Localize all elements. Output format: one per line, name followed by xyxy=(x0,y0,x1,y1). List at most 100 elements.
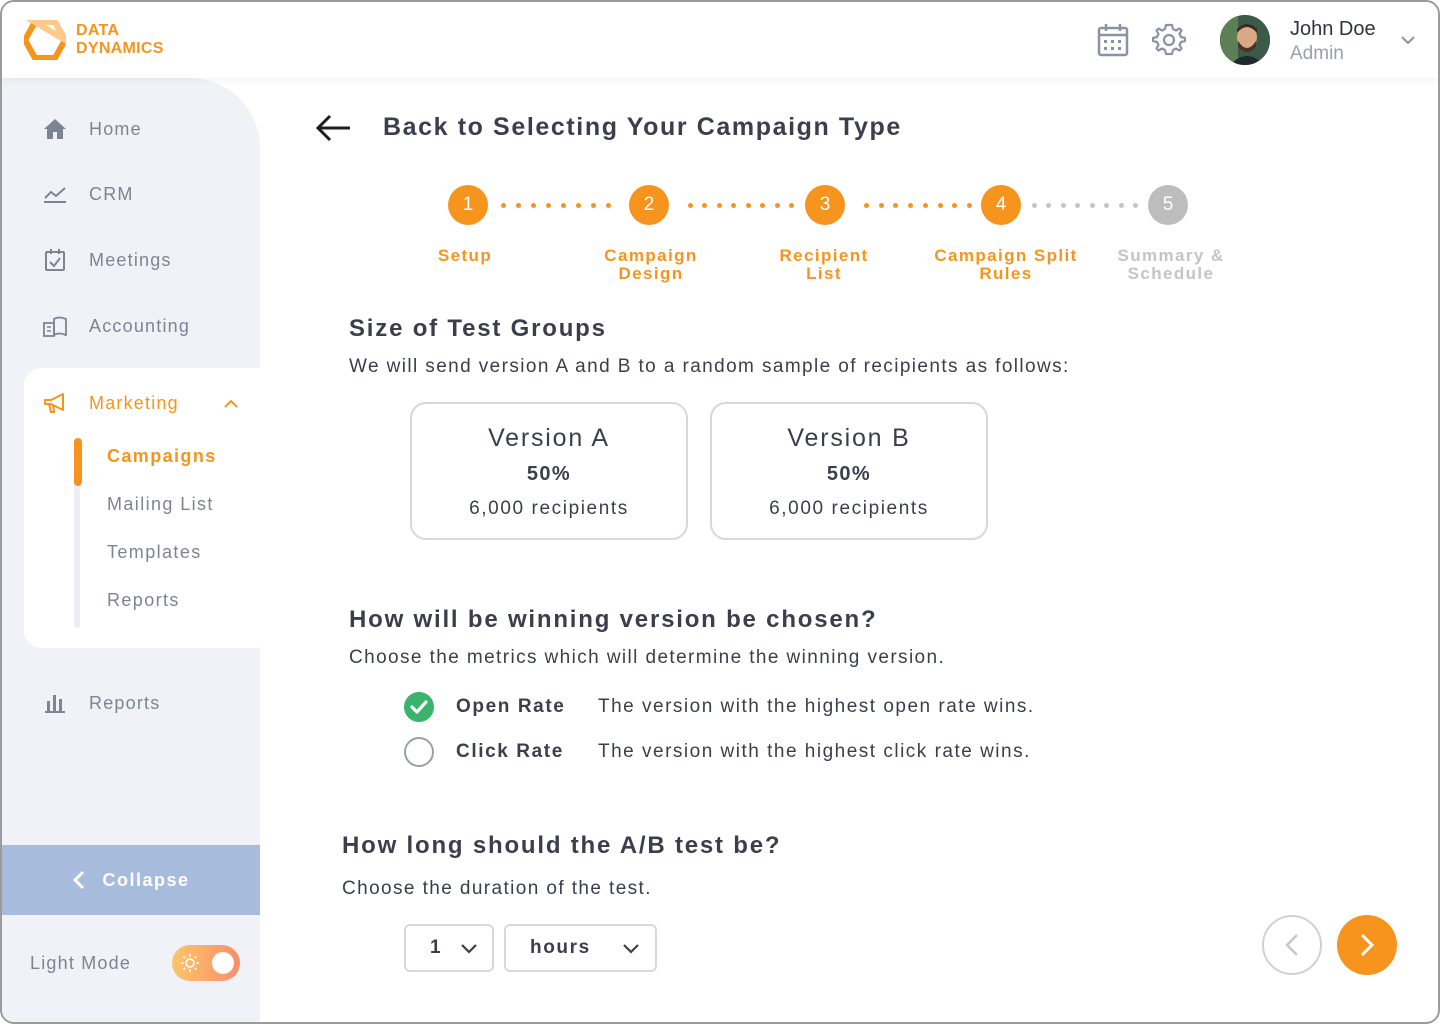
step-1-circle[interactable]: 1 xyxy=(448,185,488,225)
gear-icon[interactable] xyxy=(1151,22,1187,58)
collapse-label: Collapse xyxy=(102,869,190,890)
step-label-line: Design xyxy=(618,264,684,283)
version-recipients: 6,000 recipients xyxy=(469,498,629,519)
version-percent: 50% xyxy=(826,463,872,485)
step-label-line: Schedule xyxy=(1127,264,1215,283)
step-4-circle[interactable]: 4 xyxy=(981,185,1021,225)
step-label-line: Recipient xyxy=(779,246,869,265)
step-label-line: Campaign xyxy=(604,246,698,265)
brand-logo[interactable]: DATA DYNAMICS xyxy=(24,20,164,60)
submenu-item-templates[interactable]: Templates xyxy=(107,542,202,563)
version-b-card[interactable]: Version B 50% 6,000 recipients xyxy=(710,402,988,540)
chevron-down-icon xyxy=(461,944,477,954)
sun-icon xyxy=(181,954,199,972)
hexagon-logo-icon xyxy=(24,20,66,60)
home-icon xyxy=(42,116,68,142)
megaphone-icon xyxy=(42,390,68,416)
test-groups-title: Size of Test Groups xyxy=(349,315,607,342)
sidebar-item-label: CRM xyxy=(89,183,134,204)
chart-line-icon xyxy=(42,181,68,207)
metric-desc: The version with the highest click rate … xyxy=(598,741,1031,762)
back-link[interactable]: Back to Selecting Your Campaign Type xyxy=(383,113,902,142)
step-3-label: Recipient List xyxy=(739,247,909,283)
sidebar-item-label: Marketing xyxy=(89,392,179,413)
collapse-button[interactable]: Collapse xyxy=(2,845,260,915)
submenu-active-indicator xyxy=(74,438,82,486)
sidebar-item-home[interactable]: Home xyxy=(42,116,142,142)
step-connector xyxy=(864,203,972,208)
sidebar-item-label: Home xyxy=(89,118,142,139)
top-bar: DATA DYNAMICS John Doe Admin xyxy=(2,2,1438,78)
light-mode-label: Light Mode xyxy=(30,953,132,973)
calendar-check-icon xyxy=(42,247,68,273)
winning-desc: Choose the metrics which will determine … xyxy=(349,647,946,668)
check-circle-icon[interactable] xyxy=(403,691,435,723)
step-label-line: Summary & xyxy=(1117,246,1225,265)
back-arrow-icon[interactable] xyxy=(314,112,354,144)
brand-line-1: DATA xyxy=(76,22,120,39)
sidebar-item-meetings[interactable]: Meetings xyxy=(42,247,172,273)
app-window: DATA DYNAMICS John Doe Admin Home CRM Me… xyxy=(0,0,1440,1024)
select-value: hours xyxy=(530,937,591,958)
step-connector xyxy=(501,203,611,208)
step-1-label: Setup xyxy=(380,247,550,265)
step-5-label: Summary & Schedule xyxy=(1086,247,1256,283)
marketing-panel: Marketing Campaigns Mailing List Templat… xyxy=(24,368,264,648)
step-4-label: Campaign Split Rules xyxy=(921,247,1091,283)
metric-desc: The version with the highest open rate w… xyxy=(598,696,1035,717)
next-step-button[interactable] xyxy=(1337,915,1397,975)
avatar[interactable] xyxy=(1220,15,1270,65)
select-value: 1 xyxy=(430,937,443,958)
toggle-knob xyxy=(212,952,234,974)
step-label-line: List xyxy=(806,264,842,283)
metric-name: Click Rate xyxy=(456,741,564,762)
chevron-left-icon xyxy=(1285,934,1298,956)
brand-name: DATA DYNAMICS xyxy=(76,22,164,58)
step-5-circle[interactable]: 5 xyxy=(1148,185,1188,225)
brand-line-2: DYNAMICS xyxy=(76,40,164,57)
step-label-line: Campaign Split xyxy=(934,246,1078,265)
version-name: Version A xyxy=(488,424,610,452)
chevron-left-icon xyxy=(73,870,85,890)
light-mode-toggle[interactable] xyxy=(172,945,240,981)
sidebar-item-label: Meetings xyxy=(89,249,172,270)
calendar-icon[interactable] xyxy=(1095,22,1131,58)
radio-empty-icon[interactable] xyxy=(403,736,435,768)
version-a-card[interactable]: Version A 50% 6,000 recipients xyxy=(410,402,688,540)
chevron-down-icon xyxy=(623,944,639,954)
metric-click-rate[interactable]: Click Rate The version with the highest … xyxy=(403,736,1029,768)
bar-chart-icon xyxy=(42,690,68,716)
sidebar-item-crm[interactable]: CRM xyxy=(42,181,134,207)
duration-desc: Choose the duration of the test. xyxy=(342,878,652,899)
sidebar-item-accounting[interactable]: Accounting xyxy=(42,313,190,339)
metric-name: Open Rate xyxy=(456,696,566,717)
chevron-down-icon[interactable] xyxy=(1398,30,1418,50)
step-2-label: Campaign Design xyxy=(566,247,736,283)
test-groups-desc: We will send version A and B to a random… xyxy=(349,356,1070,377)
step-connector xyxy=(1032,203,1138,208)
duration-amount-select[interactable]: 1 xyxy=(404,924,494,972)
user-name: John Doe xyxy=(1290,18,1376,40)
version-recipients: 6,000 recipients xyxy=(769,498,929,519)
metric-open-rate[interactable]: Open Rate The version with the highest o… xyxy=(403,691,1033,723)
step-label-line: Setup xyxy=(437,246,493,265)
user-role: Admin xyxy=(1290,43,1344,64)
sidebar-item-label: Reports xyxy=(89,692,161,713)
step-2-circle[interactable]: 2 xyxy=(629,185,669,225)
sidebar-item-reports[interactable]: Reports xyxy=(42,690,160,716)
version-name: Version B xyxy=(787,424,911,452)
duration-title: How long should the A/B test be? xyxy=(342,832,782,859)
step-connector xyxy=(688,203,794,208)
winning-title: How will be winning version be chosen? xyxy=(349,606,878,633)
sidebar-item-label: Accounting xyxy=(89,315,191,336)
submenu-item-campaigns[interactable]: Campaigns xyxy=(107,446,217,467)
submenu-item-reports[interactable]: Reports xyxy=(107,590,180,611)
submenu-item-mailing-list[interactable]: Mailing List xyxy=(107,494,214,515)
chevron-up-icon[interactable] xyxy=(222,396,240,410)
sidebar-item-marketing[interactable]: Marketing xyxy=(42,390,238,416)
duration-unit-select[interactable]: hours xyxy=(504,924,657,972)
ledger-icon xyxy=(42,313,68,339)
step-3-circle[interactable]: 3 xyxy=(805,185,845,225)
sidebar: Home CRM Meetings Accounting Marketing C… xyxy=(2,78,264,1022)
previous-step-button[interactable] xyxy=(1262,915,1322,975)
